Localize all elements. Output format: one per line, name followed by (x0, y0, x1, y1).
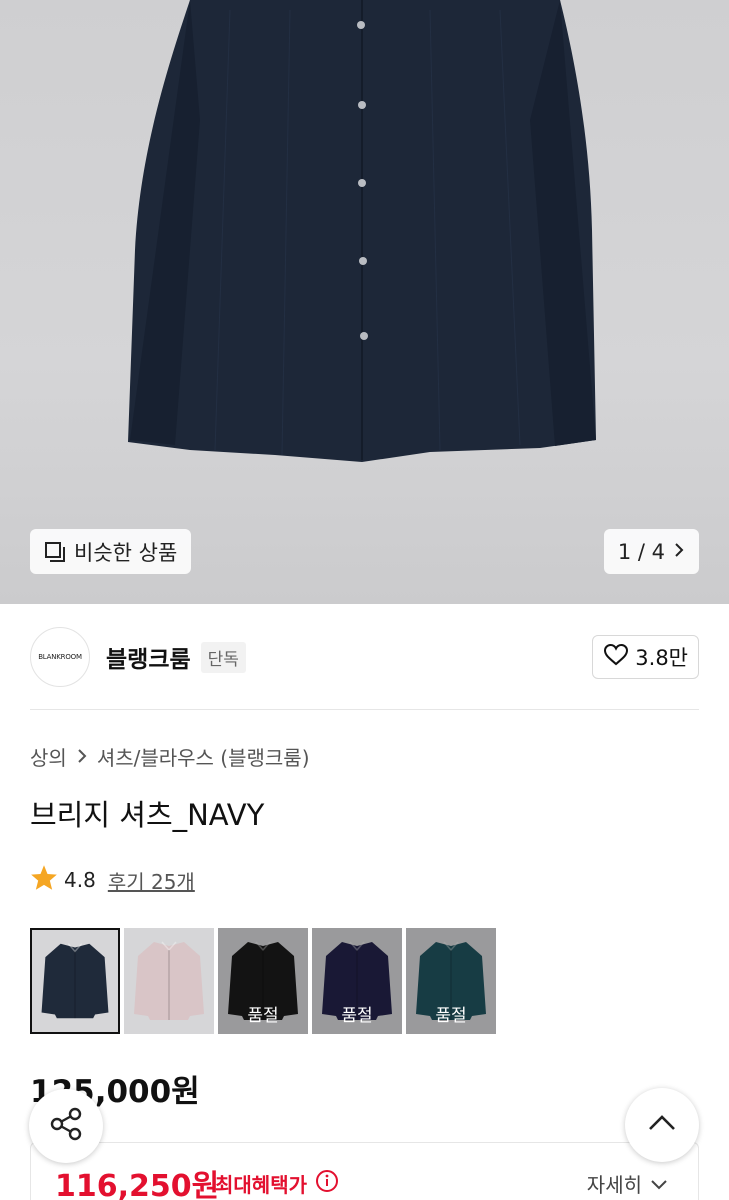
info-icon[interactable] (315, 1169, 339, 1198)
scroll-top-button[interactable] (625, 1088, 699, 1162)
image-pager-button[interactable]: 1 / 4 (603, 529, 699, 574)
color-option-teal[interactable]: 품절 (406, 928, 496, 1034)
share-icon (48, 1106, 84, 1146)
sold-out-overlay: 품절 (218, 928, 308, 1034)
similar-items-icon (44, 541, 66, 563)
color-option-pink[interactable] (124, 928, 214, 1034)
product-photo (128, 0, 596, 462)
color-option-purple-navy[interactable]: 품절 (312, 928, 402, 1034)
breadcrumb: 상의 셔츠/블라우스 (블랭크룸) (30, 742, 310, 771)
rating-score: 4.8 (64, 868, 96, 892)
product-image-gallery[interactable]: 비슷한 상품 1 / 4 (0, 0, 729, 604)
similar-products-button[interactable]: 비슷한 상품 (30, 529, 192, 574)
color-swatch-shirt (124, 928, 214, 1034)
sold-out-overlay: 품절 (406, 928, 496, 1034)
chevron-right-icon (673, 540, 685, 564)
chevron-down-icon (650, 1172, 668, 1196)
share-button[interactable] (29, 1089, 103, 1163)
exclusive-badge: 단독 (200, 641, 246, 673)
color-option-navy[interactable] (30, 928, 120, 1034)
benefit-price-box[interactable]: 116,250원 최대혜택가 자세히 (30, 1142, 699, 1200)
chevron-up-icon (647, 1114, 677, 1136)
star-icon (30, 864, 58, 896)
sold-out-overlay: 품절 (312, 928, 402, 1034)
chevron-right-icon (77, 745, 87, 769)
brand-name[interactable]: 블랭크룸 (106, 640, 191, 674)
color-swatch-shirt (32, 930, 118, 1032)
benefit-label: 최대혜택가 (215, 1173, 307, 1197)
brand-logo[interactable]: BLANKROOM (30, 627, 90, 687)
divider (30, 709, 699, 710)
brand-row: BLANKROOM 블랭크룸 단독 3.8만 (30, 626, 699, 688)
rating-row: 4.8 후기 25개 (30, 864, 195, 896)
benefit-price: 116,250원 (55, 1169, 220, 1200)
benefit-label-group: 최대혜택가 (215, 1169, 339, 1198)
benefit-detail-label: 자세히 (586, 1173, 642, 1197)
product-title: 브리지 셔츠_NAVY (30, 798, 265, 832)
heart-icon (603, 643, 629, 672)
brand-logo-text: BLANKROOM (38, 653, 82, 661)
similar-products-label: 비슷한 상품 (74, 540, 178, 565)
color-option-black[interactable]: 품절 (218, 928, 308, 1034)
like-count: 3.8만 (635, 646, 688, 670)
benefit-detail-toggle[interactable]: 자세히 (587, 1169, 668, 1198)
image-pager-count: 1 / 4 (617, 539, 665, 564)
breadcrumb-subcategory[interactable]: 셔츠/블라우스 (블랭크룸) (97, 742, 310, 771)
review-count-link[interactable]: 후기 25개 (108, 866, 195, 895)
color-options: 품절 품절 품절 (30, 928, 496, 1034)
breadcrumb-category[interactable]: 상의 (30, 742, 67, 771)
brand-like-button[interactable]: 3.8만 (592, 635, 699, 679)
